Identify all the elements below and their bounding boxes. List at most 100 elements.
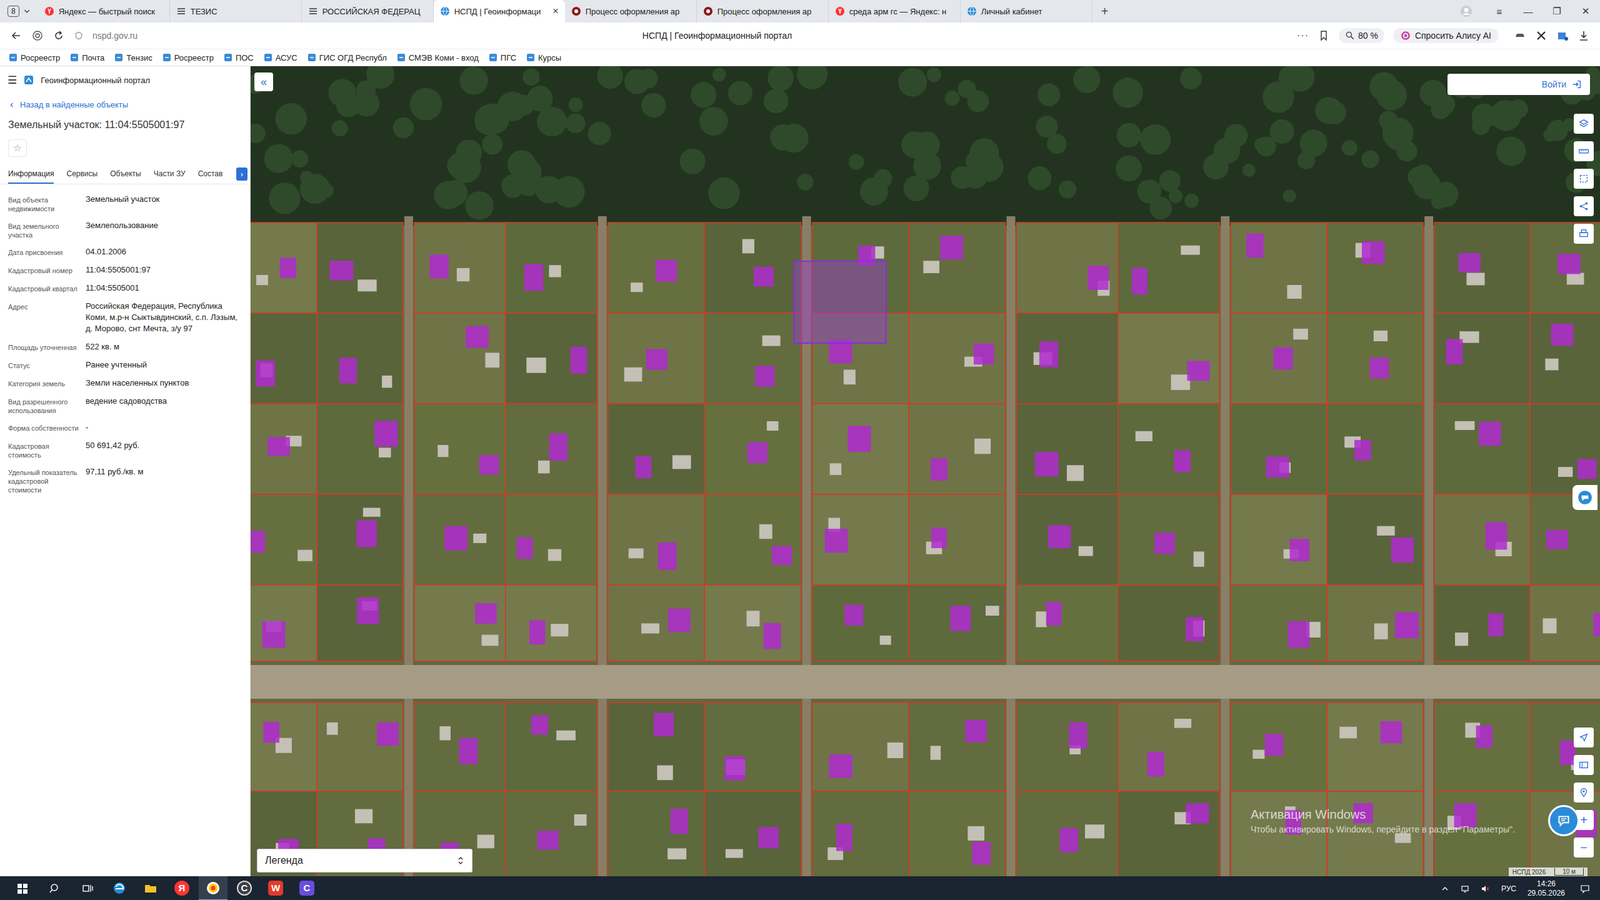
parcel-boundary[interactable]	[250, 313, 317, 404]
object-tab[interactable]: Части ЗУ	[153, 164, 186, 184]
parcel-boundary[interactable]	[1530, 222, 1600, 314]
collapse-panel-button[interactable]: «	[254, 72, 274, 92]
parcel-boundary[interactable]	[704, 585, 801, 662]
object-tab[interactable]: Объекты	[110, 164, 142, 184]
layers-button[interactable]	[1573, 113, 1594, 134]
building-marker[interactable]	[950, 605, 972, 631]
parcel-boundary[interactable]	[1434, 403, 1530, 495]
parcel-boundary[interactable]	[908, 403, 1005, 495]
parcel-boundary[interactable]	[704, 313, 801, 404]
back-arrow-icon[interactable]	[10, 29, 23, 42]
task-view-icon[interactable]	[81, 882, 94, 895]
building-marker[interactable]	[1068, 722, 1087, 749]
object-tab[interactable]: Состав	[198, 164, 224, 184]
parcel-boundary[interactable]	[1530, 403, 1600, 495]
building-marker[interactable]	[1361, 241, 1385, 264]
building-marker[interactable]	[250, 530, 265, 553]
building-marker[interactable]	[1557, 253, 1581, 274]
building-marker[interactable]	[1246, 233, 1264, 258]
window-control[interactable]: ✕	[1571, 0, 1600, 23]
building-marker[interactable]	[1273, 347, 1294, 370]
browser-tab[interactable]: ТЕЗИС	[170, 0, 302, 23]
ruler-button[interactable]	[1573, 141, 1594, 162]
building-marker[interactable]	[374, 420, 398, 447]
building-marker[interactable]	[836, 823, 852, 851]
building-marker[interactable]	[646, 349, 668, 370]
parcel-boundary[interactable]	[505, 585, 597, 662]
parcel-boundary[interactable]	[505, 313, 597, 404]
parcel-boundary[interactable]	[1530, 585, 1600, 662]
map[interactable]: «Войти+−ЛегендаАктивация WindowsЧтобы ак…	[250, 66, 1600, 877]
building-marker[interactable]	[1035, 451, 1059, 477]
building-marker[interactable]	[1087, 265, 1109, 290]
taskbar-app[interactable]	[105, 876, 134, 900]
parcel-boundary[interactable]	[1118, 222, 1220, 314]
building-marker[interactable]	[1266, 456, 1290, 478]
geolocation-button[interactable]	[1573, 782, 1594, 803]
network-icon[interactable]	[1460, 883, 1470, 894]
parcel-boundary[interactable]	[1118, 791, 1220, 877]
parcel-boundary[interactable]	[608, 313, 705, 404]
parcel-boundary[interactable]	[1326, 585, 1424, 662]
parcel-boundary[interactable]	[1016, 403, 1118, 495]
reload-icon[interactable]	[52, 29, 65, 42]
building-marker[interactable]	[940, 235, 964, 260]
building-marker[interactable]	[1577, 459, 1597, 480]
building-marker[interactable]	[570, 346, 587, 374]
parcel-boundary[interactable]	[1326, 403, 1424, 495]
object-tab[interactable]: Информация	[8, 164, 54, 184]
parcel-boundary[interactable]	[1326, 702, 1424, 792]
building-marker[interactable]	[263, 721, 280, 743]
parcel-boundary[interactable]	[414, 403, 506, 495]
parcel-boundary[interactable]	[608, 585, 705, 662]
parcel-boundary[interactable]	[316, 222, 403, 314]
browser-tab[interactable]: НСПД | Геоинформаци×	[433, 0, 565, 23]
building-marker[interactable]	[1354, 440, 1372, 461]
parcel-boundary[interactable]	[505, 791, 597, 877]
taskbar-app[interactable]: C	[292, 876, 322, 900]
building-marker[interactable]	[1488, 613, 1504, 637]
parcel-boundary[interactable]	[1016, 222, 1118, 314]
download-icon[interactable]	[1577, 29, 1590, 42]
parcel-boundary[interactable]	[414, 313, 506, 404]
new-tab-button[interactable]: +	[1092, 0, 1118, 23]
building-marker[interactable]	[653, 713, 674, 737]
login-button[interactable]: Войти	[1447, 73, 1590, 95]
parcel-boundary[interactable]	[505, 403, 597, 495]
parcel-boundary[interactable]	[1530, 702, 1600, 792]
building-marker[interactable]	[255, 360, 275, 387]
hat-icon[interactable]	[1513, 29, 1527, 42]
building-marker[interactable]	[747, 441, 768, 463]
browser-tab[interactable]: Процесс оформления ар	[696, 0, 829, 23]
parcel-boundary[interactable]	[1230, 494, 1327, 585]
parcel-boundary[interactable]	[1530, 791, 1600, 877]
parcel-boundary[interactable]	[704, 222, 801, 314]
building-marker[interactable]	[844, 605, 864, 626]
building-marker[interactable]	[1458, 253, 1481, 273]
menu-button[interactable]: ☰	[7, 73, 17, 87]
tab-counter[interactable]: 8	[3, 0, 39, 23]
taskbar-app[interactable]: W	[261, 876, 290, 900]
chat-button[interactable]	[1548, 805, 1580, 837]
building-marker[interactable]	[1265, 733, 1284, 756]
building-marker[interactable]	[458, 738, 478, 765]
building-marker[interactable]	[1039, 341, 1059, 367]
building-marker[interactable]	[356, 520, 377, 548]
parcel-boundary[interactable]	[812, 494, 909, 585]
parcel-boundary[interactable]	[1230, 585, 1327, 662]
clock[interactable]: 14:2629.05.2026	[1527, 879, 1565, 899]
building-marker[interactable]	[262, 621, 286, 648]
parcel-boundary[interactable]	[608, 403, 705, 495]
building-marker[interactable]	[1290, 538, 1310, 562]
parcel-boundary[interactable]	[1326, 222, 1424, 314]
parcel-boundary[interactable]	[505, 222, 597, 314]
window-control[interactable]: ≡	[1485, 0, 1514, 23]
building-marker[interactable]	[475, 603, 497, 624]
building-marker[interactable]	[1154, 532, 1175, 554]
browser-tab[interactable]: РОССИЙСКАЯ ФЕДЕРАЦ	[301, 0, 434, 23]
building-marker[interactable]	[1060, 828, 1079, 853]
parcel-boundary[interactable]	[316, 494, 403, 585]
feedback-button[interactable]	[1572, 485, 1598, 510]
zoom-out-button[interactable]: −	[1573, 837, 1594, 858]
building-marker[interactable]	[1287, 621, 1310, 649]
